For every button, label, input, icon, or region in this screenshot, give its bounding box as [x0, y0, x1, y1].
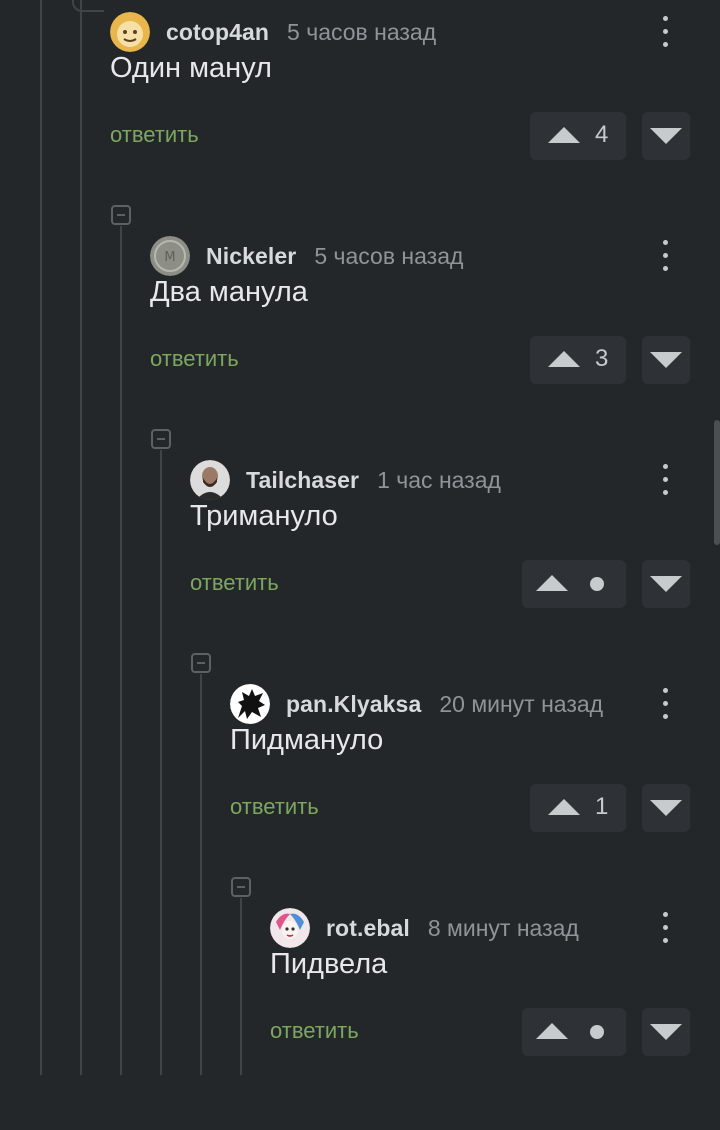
comment-text: Один манул [110, 52, 272, 84]
avatar[interactable] [270, 908, 310, 948]
thread-line [80, 0, 82, 1075]
comment-time: 1 час назад [377, 466, 501, 493]
comment: Tailchaser 1 час назад Тримануло ответит… [190, 458, 720, 682]
reply-link[interactable]: ответить [110, 122, 199, 148]
comment-text: Два манула [150, 276, 308, 308]
avatar[interactable]: M [150, 236, 190, 276]
avatar[interactable] [110, 12, 150, 52]
triangle-up-icon [548, 351, 580, 367]
more-options-icon[interactable] [650, 236, 680, 276]
vote-count-dot-icon [590, 577, 604, 591]
comment-text: Пидмануло [230, 724, 384, 756]
svg-text:M: M [164, 250, 175, 265]
comment-time: 8 минут назад [427, 914, 579, 941]
triangle-up-icon [536, 575, 568, 591]
more-options-icon[interactable] [650, 12, 680, 52]
comment-author[interactable]: cotop4an [166, 19, 269, 46]
upvote-button[interactable]: 4 [530, 112, 626, 160]
upvote-button[interactable] [522, 1008, 626, 1056]
downvote-button[interactable] [642, 1008, 690, 1056]
upvote-button[interactable]: 3 [530, 336, 626, 384]
comment: M Nickeler 5 часов назад Два манула отве… [150, 234, 720, 458]
more-options-icon[interactable] [650, 684, 680, 724]
thread-line [120, 226, 122, 1075]
triangle-up-icon [548, 799, 580, 815]
comment-header: M Nickeler 5 часов назад [150, 234, 463, 278]
vote-count: 4 [595, 121, 609, 148]
comment: pan.Klyaksa 20 минут назад Пидмануло отв… [230, 682, 720, 906]
downvote-button[interactable] [642, 784, 690, 832]
upvote-button[interactable] [522, 560, 626, 608]
thread-line [200, 674, 202, 1075]
triangle-up-icon [548, 127, 580, 143]
reply-link[interactable]: ответить [230, 794, 319, 820]
more-options-icon[interactable] [650, 908, 680, 948]
comment-time: 5 часов назад [287, 18, 437, 45]
thread-line [40, 0, 42, 1075]
more-options-icon[interactable] [650, 460, 680, 500]
vote-count: 1 [595, 793, 609, 820]
avatar[interactable] [190, 460, 230, 500]
comment-header: Tailchaser 1 час назад [190, 458, 501, 502]
downvote-button[interactable] [642, 336, 690, 384]
comment-header: rot.ebal 8 минут назад [270, 906, 579, 950]
comment-time: 20 минут назад [439, 690, 604, 717]
downvote-button[interactable] [642, 112, 690, 160]
thread-hook [72, 0, 104, 12]
comment-header: cotop4an 5 часов назад [110, 10, 436, 54]
comment-time: 5 часов назад [314, 242, 464, 269]
vote-count-dot-icon [590, 1025, 604, 1039]
thread-line [240, 898, 242, 1075]
triangle-up-icon [536, 1023, 568, 1039]
thread-line [160, 450, 162, 1075]
avatar[interactable] [230, 684, 270, 724]
comment-header: pan.Klyaksa 20 минут назад [230, 682, 603, 726]
downvote-button[interactable] [642, 560, 690, 608]
comment: cotop4an 5 часов назад Один манул ответи… [110, 10, 720, 234]
comment-text: Тримануло [190, 500, 338, 532]
reply-link[interactable]: ответить [190, 570, 279, 596]
reply-link[interactable]: ответить [270, 1018, 359, 1044]
comment: rot.ebal 8 минут назад Пидвела ответить [270, 906, 720, 1130]
upvote-button[interactable]: 1 [530, 784, 626, 832]
comment-author[interactable]: Nickeler [206, 243, 296, 270]
reply-link[interactable]: ответить [150, 346, 239, 372]
scrollbar[interactable] [714, 420, 720, 545]
comment-author[interactable]: Tailchaser [246, 467, 359, 494]
vote-count: 3 [595, 345, 609, 372]
comment-author[interactable]: rot.ebal [326, 915, 410, 942]
comment-author[interactable]: pan.Klyaksa [286, 691, 421, 718]
comment-text: Пидвела [270, 948, 388, 980]
